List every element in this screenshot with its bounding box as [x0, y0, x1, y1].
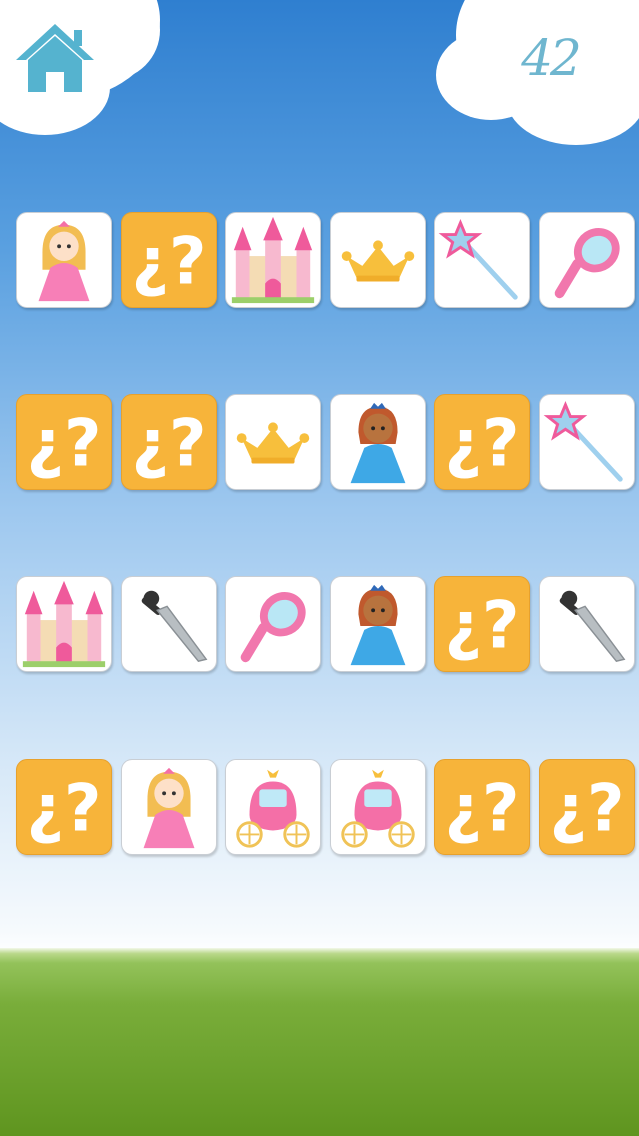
princess-blonde-icon	[143, 767, 195, 849]
card-castle[interactable]	[225, 212, 321, 308]
card-mirror[interactable]	[539, 212, 635, 308]
svg-text:¿?: ¿?	[445, 589, 520, 664]
question-mark-icon: ¿?	[445, 407, 520, 482]
carriage-icon	[341, 769, 415, 848]
mirror-icon	[240, 592, 306, 663]
card-crown[interactable]	[330, 212, 426, 308]
question-mark-icon: ¿?	[132, 225, 207, 300]
crown-icon	[341, 240, 415, 282]
question-mark-icon: ¿?	[132, 407, 207, 482]
sword-icon	[141, 590, 208, 663]
crown-icon	[236, 422, 310, 464]
carriage-icon	[236, 769, 310, 848]
sword-icon	[559, 590, 626, 663]
svg-text:¿?: ¿?	[27, 772, 102, 847]
card-hidden[interactable]: ¿?	[434, 759, 530, 855]
svg-text:¿?: ¿?	[550, 772, 625, 847]
princess-brunette-icon	[350, 402, 406, 484]
card-hidden[interactable]: ¿?	[434, 394, 530, 490]
card-crown[interactable]	[225, 394, 321, 490]
grass-ground	[0, 948, 639, 1136]
card-hidden[interactable]: ¿?	[16, 759, 112, 855]
card-carriage[interactable]	[225, 759, 321, 855]
castle-icon	[22, 580, 106, 668]
card-wand[interactable]	[434, 212, 530, 308]
card-carriage[interactable]	[330, 759, 426, 855]
svg-text:¿?: ¿?	[132, 225, 207, 300]
svg-text:¿?: ¿?	[445, 772, 520, 847]
memory-board: ¿? ¿? ¿? ¿? ¿? ¿? ¿? ¿?	[0, 0, 639, 900]
mirror-icon	[554, 228, 620, 299]
svg-text:¿?: ¿?	[27, 407, 102, 482]
svg-text:¿?: ¿?	[132, 407, 207, 482]
question-mark-icon: ¿?	[27, 772, 102, 847]
card-hidden[interactable]: ¿?	[121, 212, 217, 308]
card-mirror[interactable]	[225, 576, 321, 672]
card-hidden[interactable]: ¿?	[16, 394, 112, 490]
question-mark-icon: ¿?	[445, 772, 520, 847]
princess-brunette-icon	[350, 584, 406, 666]
card-sword[interactable]	[121, 576, 217, 672]
card-princess-blonde[interactable]	[16, 212, 112, 308]
question-mark-icon: ¿?	[27, 407, 102, 482]
svg-text:¿?: ¿?	[445, 407, 520, 482]
castle-icon	[231, 216, 315, 304]
card-hidden[interactable]: ¿?	[434, 576, 530, 672]
princess-blonde-icon	[38, 220, 90, 302]
question-mark-icon: ¿?	[550, 772, 625, 847]
card-hidden[interactable]: ¿?	[121, 394, 217, 490]
card-wand[interactable]	[539, 394, 635, 490]
wand-icon	[543, 400, 623, 482]
card-princess-brunette[interactable]	[330, 394, 426, 490]
card-sword[interactable]	[539, 576, 635, 672]
card-hidden[interactable]: ¿?	[539, 759, 635, 855]
card-princess-blonde[interactable]	[121, 759, 217, 855]
wand-icon	[438, 218, 518, 300]
card-princess-brunette[interactable]	[330, 576, 426, 672]
card-castle[interactable]	[16, 576, 112, 672]
question-mark-icon: ¿?	[445, 589, 520, 664]
